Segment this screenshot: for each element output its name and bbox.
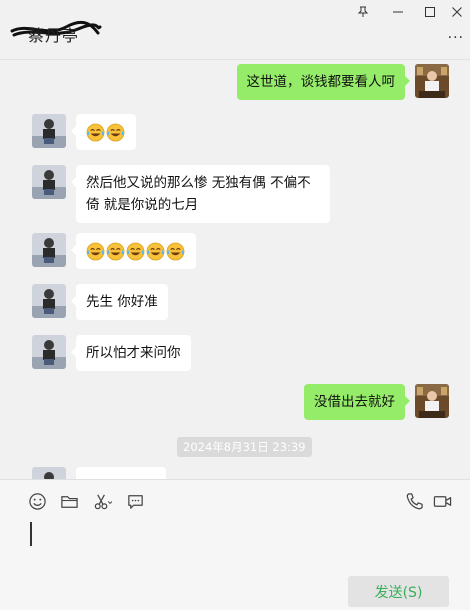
tears-of-joy-emoji [126,242,145,260]
composer: 发送(S) [0,479,470,610]
scissors-icon[interactable] [91,490,113,512]
message-row: 所以怕才来问你 [32,335,191,371]
chat-window: 蔡丹亭 ··· 这世道，谈钱都要看人呵 然后他又说的那么惨 无独有偶 不偏不 倚… [0,0,470,610]
message-bubble[interactable] [71,114,136,150]
contact-name: 蔡丹亭 [28,26,80,45]
message-bubble[interactable]: 没借出去就好 [304,384,410,420]
message-bubble[interactable] [71,233,196,269]
self-avatar[interactable] [415,384,449,418]
tears-of-joy-emoji [106,123,125,141]
tears-of-joy-emoji [166,242,185,260]
emoji-row [86,123,126,141]
message-row [32,467,166,479]
message-line: 倚 就是你说的七月 [86,197,199,213]
message-bubble[interactable]: 这世道，谈钱都要看人呵 [236,64,410,100]
tears-of-joy-emoji [86,242,105,260]
folder-icon[interactable] [58,490,80,512]
message-line: 然后他又说的那么惨 无独有偶 不偏不 [86,175,311,191]
minimize-icon[interactable] [387,2,409,22]
pin-icon[interactable] [352,2,374,22]
close-icon[interactable] [446,2,468,22]
smiley-icon[interactable] [26,490,48,512]
message-row [32,233,196,269]
contact-avatar[interactable] [32,284,66,318]
contact-avatar[interactable] [32,165,66,199]
video-camera-icon[interactable] [431,490,453,512]
contact-avatar[interactable] [32,335,66,369]
message-bubble[interactable] [76,467,166,479]
phone-icon[interactable] [403,490,425,512]
message-row [32,114,136,150]
message-list[interactable]: 这世道，谈钱都要看人呵 然后他又说的那么惨 无独有偶 不偏不 倚 就是你说的七月 [0,61,470,479]
maximize-icon[interactable] [419,2,441,22]
message-row: 没借出去就好 [304,384,449,420]
contact-avatar[interactable] [32,467,66,479]
message-row: 这世道，谈钱都要看人呵 [236,64,449,100]
chat-bubble-icon[interactable] [124,490,146,512]
message-bubble[interactable]: 所以怕才来问你 [71,335,191,371]
message-bubble[interactable]: 然后他又说的那么惨 无独有偶 不偏不 倚 就是你说的七月 [71,165,330,223]
timestamp: 2024年8月31日 23:39 [177,437,312,457]
message-row: 先生 你好准 [32,284,168,320]
contact-avatar[interactable] [32,233,66,267]
self-avatar[interactable] [415,64,449,98]
contact-avatar[interactable] [32,114,66,148]
text-input-caret[interactable] [30,522,32,546]
tears-of-joy-emoji [146,242,165,260]
message-row: 然后他又说的那么惨 无独有偶 不偏不 倚 就是你说的七月 [32,165,330,223]
more-options-button[interactable]: ··· [448,30,464,46]
title-bar: 蔡丹亭 ··· [0,0,470,60]
message-bubble[interactable]: 先生 你好准 [71,284,168,320]
tears-of-joy-emoji [106,242,125,260]
send-button[interactable]: 发送(S) [348,576,449,607]
tears-of-joy-emoji [86,123,105,141]
emoji-row [86,242,186,260]
